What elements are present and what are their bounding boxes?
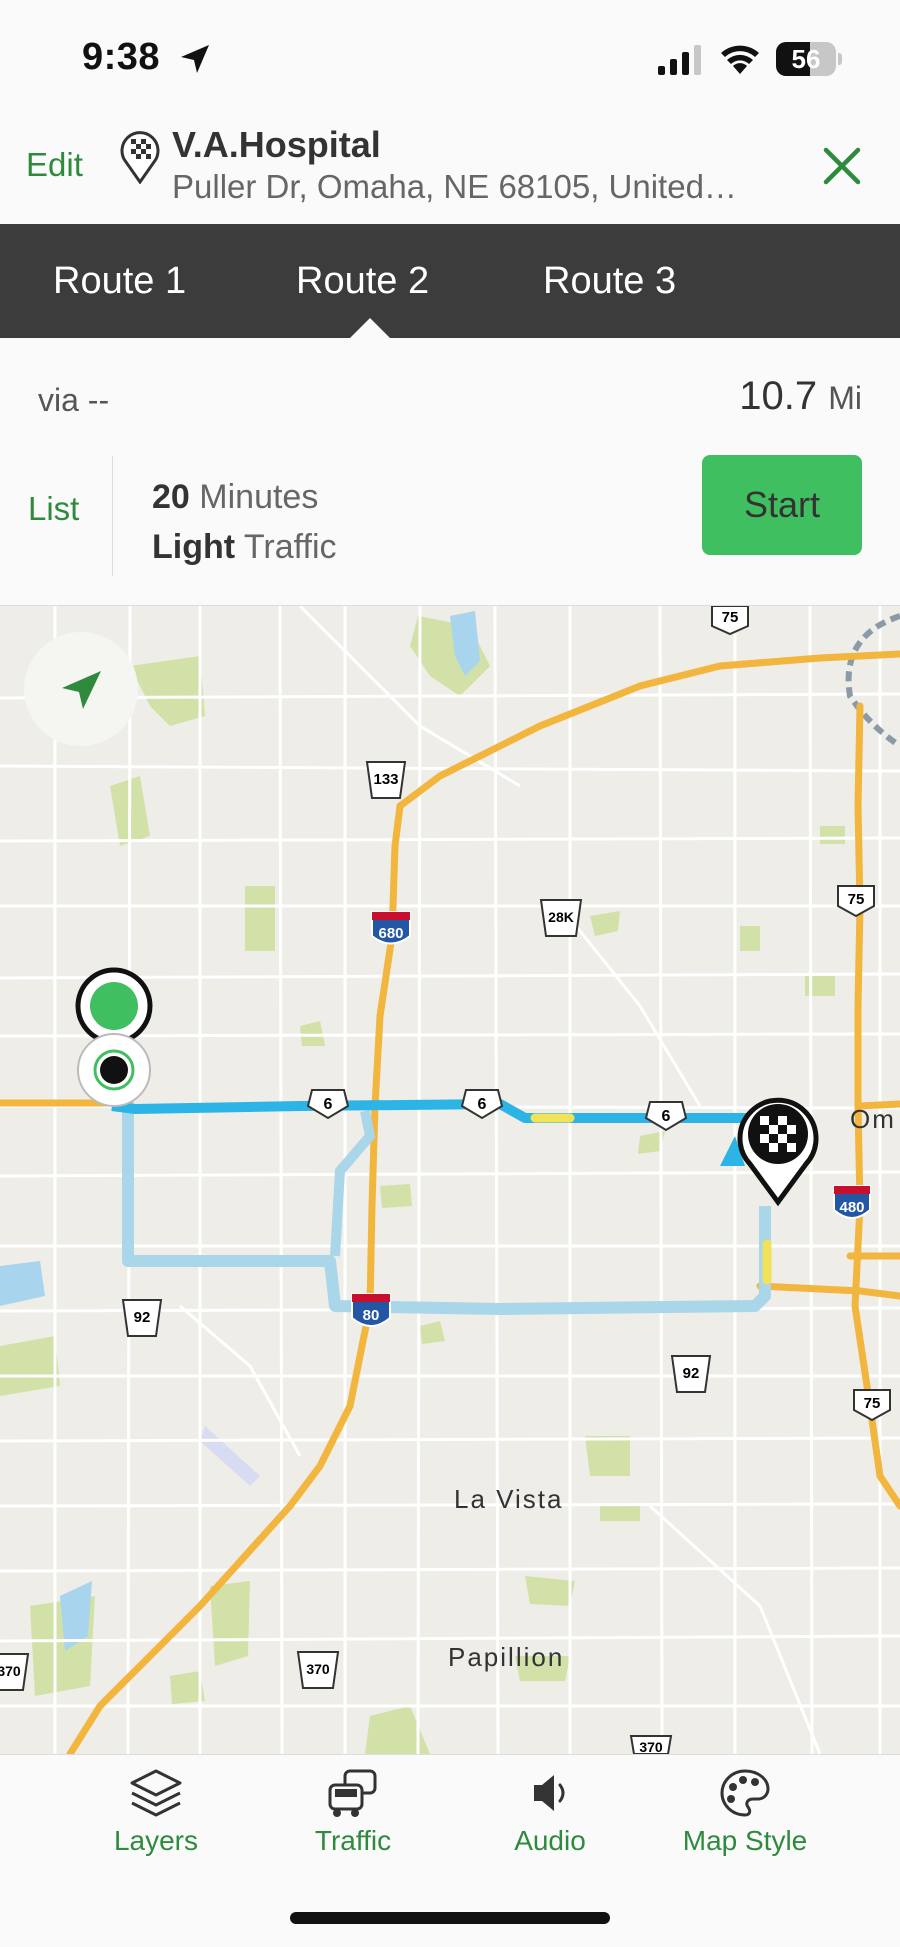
shield-370-bottom: 370 xyxy=(629,1735,673,1754)
shield-28k: 28K xyxy=(539,899,583,937)
shield-80: 80 xyxy=(351,1293,391,1327)
traffic-label: Traffic xyxy=(314,1825,392,1856)
shield-480: 480 xyxy=(833,1185,871,1219)
route-duration: 20 Minutes xyxy=(152,478,319,516)
svg-text:75: 75 xyxy=(848,891,865,908)
status-time: 9:38 xyxy=(82,36,161,78)
home-indicator xyxy=(290,1912,610,1924)
place-papillion: Papillion xyxy=(448,1642,565,1672)
layers-label: Layers xyxy=(113,1825,199,1856)
checkered-pin-icon xyxy=(120,131,160,184)
navigation-arrow-icon xyxy=(62,671,101,709)
shield-133: 133 xyxy=(365,761,407,799)
svg-text:6: 6 xyxy=(478,1096,487,1113)
audio-button[interactable]: Audio xyxy=(450,1755,650,1875)
place-omaha: Om xyxy=(850,1104,896,1134)
svg-text:28K: 28K xyxy=(548,909,574,925)
destination-header: Edit V.A.Hospital Puller Dr, Omaha, NE 6… xyxy=(0,120,900,224)
svg-text:75: 75 xyxy=(864,1395,881,1412)
audio-label: Audio xyxy=(514,1825,586,1856)
shield-680: 680 xyxy=(371,911,411,945)
divider xyxy=(112,456,113,576)
close-icon[interactable] xyxy=(818,142,866,190)
svg-text:370: 370 xyxy=(639,1739,663,1754)
cellular-signal-icon xyxy=(658,45,701,75)
edit-button[interactable]: Edit xyxy=(26,146,83,184)
current-location-marker xyxy=(77,1033,151,1107)
svg-text:370: 370 xyxy=(0,1663,21,1679)
list-button[interactable]: List xyxy=(28,490,79,528)
svg-text:480: 480 xyxy=(839,1199,864,1216)
svg-text:370: 370 xyxy=(306,1661,330,1677)
svg-text:6: 6 xyxy=(324,1096,333,1113)
svg-text:92: 92 xyxy=(134,1309,151,1326)
place-la-vista: La Vista xyxy=(454,1484,564,1514)
route-distance: 10.7 Mi xyxy=(739,374,862,418)
battery-icon: 56 xyxy=(776,42,842,76)
shield-370-mid: 370 xyxy=(296,1651,340,1689)
svg-text:133: 133 xyxy=(373,771,398,788)
destination-name: V.A.Hospital xyxy=(172,124,381,165)
destination-address: Puller Dr, Omaha, NE 68105, United… xyxy=(172,168,737,205)
wifi-icon xyxy=(721,45,759,74)
route-summary: via -- 10.7 Mi List 20 Minutes Light Tra… xyxy=(0,338,900,606)
route-tabs: Route 1 Route 2 Route 3 xyxy=(0,224,900,338)
shield-370-left: 370 xyxy=(0,1653,30,1691)
shield-92-right: 92 xyxy=(670,1355,712,1393)
map-style-label: Map Style xyxy=(682,1825,808,1856)
selected-tab-indicator xyxy=(350,318,390,338)
layers-icon xyxy=(130,1769,182,1817)
shield-92-left: 92 xyxy=(121,1299,163,1337)
map-style-button[interactable]: Map Style xyxy=(645,1755,845,1875)
svg-text:92: 92 xyxy=(683,1365,700,1382)
svg-text:80: 80 xyxy=(363,1307,380,1324)
map-view[interactable]: 75 133 680 28K 75 6 6 6 480 80 92 92 75 … xyxy=(0,606,900,1754)
location-arrow-icon xyxy=(181,45,209,73)
svg-text:75: 75 xyxy=(722,609,739,626)
layers-button[interactable]: Layers xyxy=(56,1755,256,1875)
svg-text:6: 6 xyxy=(662,1108,671,1125)
map-canvas[interactable]: 75 133 680 28K 75 6 6 6 480 80 92 92 75 … xyxy=(0,606,900,1754)
battery-level: 56 xyxy=(791,44,821,74)
speaker-icon xyxy=(534,1775,565,1811)
traffic-icon xyxy=(328,1769,377,1817)
tab-route-2[interactable]: Route 2 xyxy=(296,260,429,303)
palette-icon xyxy=(720,1769,770,1817)
traffic-button[interactable]: Traffic xyxy=(253,1755,453,1875)
recenter-button[interactable] xyxy=(24,632,138,746)
start-button[interactable]: Start xyxy=(702,455,862,555)
origin-marker xyxy=(75,967,153,1045)
status-bar: 9:38 56 xyxy=(0,0,900,120)
svg-text:680: 680 xyxy=(378,925,403,942)
via-label: via -- xyxy=(38,382,110,418)
traffic-status: Light Traffic xyxy=(152,528,337,566)
tab-route-1[interactable]: Route 1 xyxy=(53,260,186,303)
tab-route-3[interactable]: Route 3 xyxy=(543,260,676,303)
